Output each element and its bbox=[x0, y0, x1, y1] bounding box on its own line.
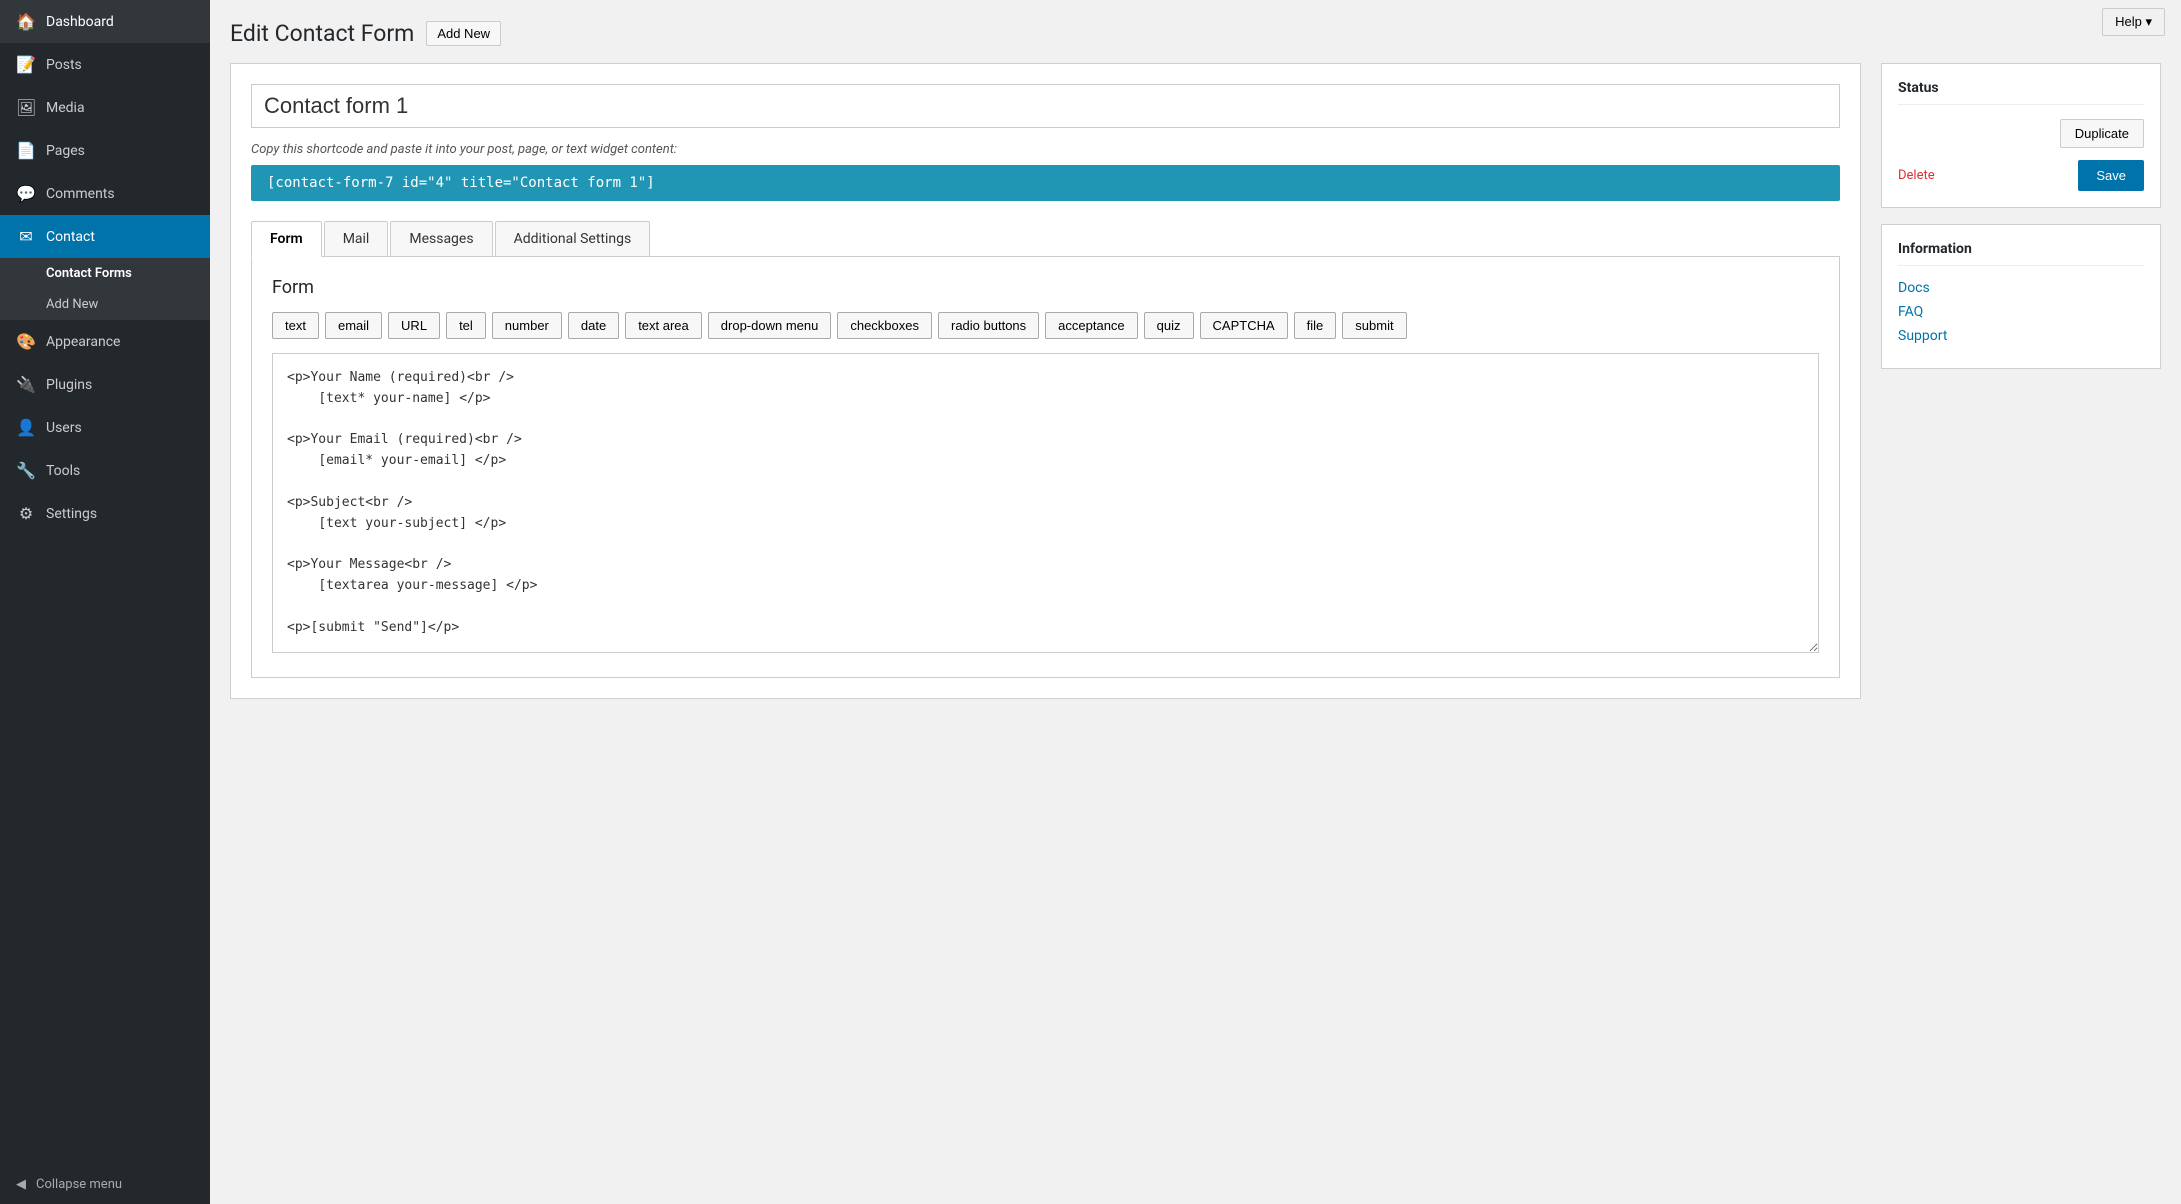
info-box: Information Docs FAQ Support bbox=[1881, 224, 2161, 369]
form-code-textarea[interactable] bbox=[272, 353, 1819, 653]
side-panel: Status Duplicate Delete Save Information… bbox=[1881, 63, 2161, 385]
field-button-drop-down-menu[interactable]: drop-down menu bbox=[708, 312, 832, 339]
field-button-date[interactable]: date bbox=[568, 312, 619, 339]
status-actions: Delete Save bbox=[1898, 160, 2144, 191]
sidebar-item-label: Media bbox=[46, 100, 85, 116]
contact-icon: ✉ bbox=[16, 227, 36, 246]
sidebar-item-label: Tools bbox=[46, 463, 80, 479]
field-button-submit[interactable]: submit bbox=[1342, 312, 1406, 339]
duplicate-button[interactable]: Duplicate bbox=[2060, 119, 2144, 148]
sidebar-sub-contact: Contact Forms Add New bbox=[0, 258, 210, 320]
sidebar-item-label: Pages bbox=[46, 143, 85, 159]
plugins-icon: 🔌 bbox=[16, 375, 36, 394]
posts-icon: 📝 bbox=[16, 55, 36, 74]
sidebar-item-label: Dashboard bbox=[46, 14, 114, 30]
support-link[interactable]: Support bbox=[1898, 328, 2144, 344]
docs-link[interactable]: Docs bbox=[1898, 280, 2144, 296]
field-button-text-area[interactable]: text area bbox=[625, 312, 702, 339]
main-content: Help ▾ Edit Contact Form Add New Copy th… bbox=[210, 0, 2181, 1204]
page-header: Edit Contact Form Add New bbox=[230, 20, 2161, 47]
dashboard-icon: 🏠 bbox=[16, 12, 36, 31]
collapse-icon: ◀ bbox=[16, 1177, 26, 1192]
save-button[interactable]: Save bbox=[2078, 160, 2144, 191]
field-button-number[interactable]: number bbox=[492, 312, 562, 339]
field-button-quiz[interactable]: quiz bbox=[1144, 312, 1194, 339]
page-title: Edit Contact Form bbox=[230, 20, 414, 47]
sidebar-item-dashboard[interactable]: 🏠 Dashboard bbox=[0, 0, 210, 43]
topbar: Help ▾ bbox=[2086, 0, 2181, 44]
field-button-url[interactable]: URL bbox=[388, 312, 440, 339]
sidebar-item-contact[interactable]: ✉ Contact bbox=[0, 215, 210, 258]
field-button-acceptance[interactable]: acceptance bbox=[1045, 312, 1138, 339]
media-icon: 🖼 bbox=[16, 98, 36, 117]
tabs: Form Mail Messages Additional Settings bbox=[251, 221, 1840, 257]
add-new-button[interactable]: Add New bbox=[426, 21, 501, 46]
users-icon: 👤 bbox=[16, 418, 36, 437]
sidebar-item-settings[interactable]: ⚙ Settings bbox=[0, 492, 210, 535]
appearance-icon: 🎨 bbox=[16, 332, 36, 351]
sidebar-item-comments[interactable]: 💬 Comments bbox=[0, 172, 210, 215]
sidebar-item-label: Posts bbox=[46, 57, 82, 73]
status-box-title: Status bbox=[1898, 80, 2144, 105]
shortcode-hint: Copy this shortcode and paste it into yo… bbox=[251, 142, 1840, 157]
field-button-text[interactable]: text bbox=[272, 312, 319, 339]
field-buttons: textemailURLtelnumberdatetext areadrop-d… bbox=[272, 312, 1819, 339]
status-box: Status Duplicate Delete Save bbox=[1881, 63, 2161, 208]
form-title-input[interactable] bbox=[251, 84, 1840, 128]
sidebar-item-label: Appearance bbox=[46, 334, 120, 350]
faq-link[interactable]: FAQ bbox=[1898, 304, 2144, 320]
field-button-email[interactable]: email bbox=[325, 312, 382, 339]
tools-icon: 🔧 bbox=[16, 461, 36, 480]
sidebar-item-appearance[interactable]: 🎨 Appearance bbox=[0, 320, 210, 363]
comments-icon: 💬 bbox=[16, 184, 36, 203]
sidebar: 🏠 Dashboard 📝 Posts 🖼 Media 📄 Pages 💬 Co… bbox=[0, 0, 210, 1204]
sidebar-item-label: Comments bbox=[46, 186, 115, 202]
main-panel: Copy this shortcode and paste it into yo… bbox=[230, 63, 1861, 699]
sidebar-item-label: Settings bbox=[46, 506, 97, 522]
sidebar-item-media[interactable]: 🖼 Media bbox=[0, 86, 210, 129]
tab-additional-settings[interactable]: Additional Settings bbox=[495, 221, 651, 256]
field-button-captcha[interactable]: CAPTCHA bbox=[1200, 312, 1288, 339]
field-button-file[interactable]: file bbox=[1294, 312, 1337, 339]
sidebar-item-label: Contact bbox=[46, 229, 95, 245]
field-button-checkboxes[interactable]: checkboxes bbox=[837, 312, 932, 339]
sidebar-item-label: Plugins bbox=[46, 377, 92, 393]
delete-link[interactable]: Delete bbox=[1898, 168, 1935, 183]
field-button-tel[interactable]: tel bbox=[446, 312, 486, 339]
tab-messages[interactable]: Messages bbox=[390, 221, 492, 256]
sidebar-item-posts[interactable]: 📝 Posts bbox=[0, 43, 210, 86]
sidebar-item-pages[interactable]: 📄 Pages bbox=[0, 129, 210, 172]
collapse-label: Collapse menu bbox=[36, 1177, 122, 1192]
pages-icon: 📄 bbox=[16, 141, 36, 160]
settings-icon: ⚙ bbox=[16, 504, 36, 523]
form-section-title: Form bbox=[272, 277, 1819, 298]
sidebar-item-contact-forms[interactable]: Contact Forms bbox=[0, 258, 210, 289]
sidebar-item-users[interactable]: 👤 Users bbox=[0, 406, 210, 449]
info-box-title: Information bbox=[1898, 241, 2144, 266]
sidebar-item-plugins[interactable]: 🔌 Plugins bbox=[0, 363, 210, 406]
tab-form[interactable]: Form bbox=[251, 221, 322, 257]
shortcode-box[interactable]: [contact-form-7 id="4" title="Contact fo… bbox=[251, 165, 1840, 201]
sidebar-item-add-new[interactable]: Add New bbox=[0, 289, 210, 320]
field-button-radio-buttons[interactable]: radio buttons bbox=[938, 312, 1039, 339]
sidebar-item-label: Users bbox=[46, 420, 82, 436]
sidebar-item-tools[interactable]: 🔧 Tools bbox=[0, 449, 210, 492]
help-button[interactable]: Help ▾ bbox=[2102, 8, 2165, 36]
content-area: Copy this shortcode and paste it into yo… bbox=[230, 63, 2161, 699]
tab-mail[interactable]: Mail bbox=[324, 221, 389, 256]
tab-content-form: Form textemailURLtelnumberdatetext aread… bbox=[251, 257, 1840, 678]
collapse-menu[interactable]: ◀ Collapse menu bbox=[0, 1165, 210, 1204]
